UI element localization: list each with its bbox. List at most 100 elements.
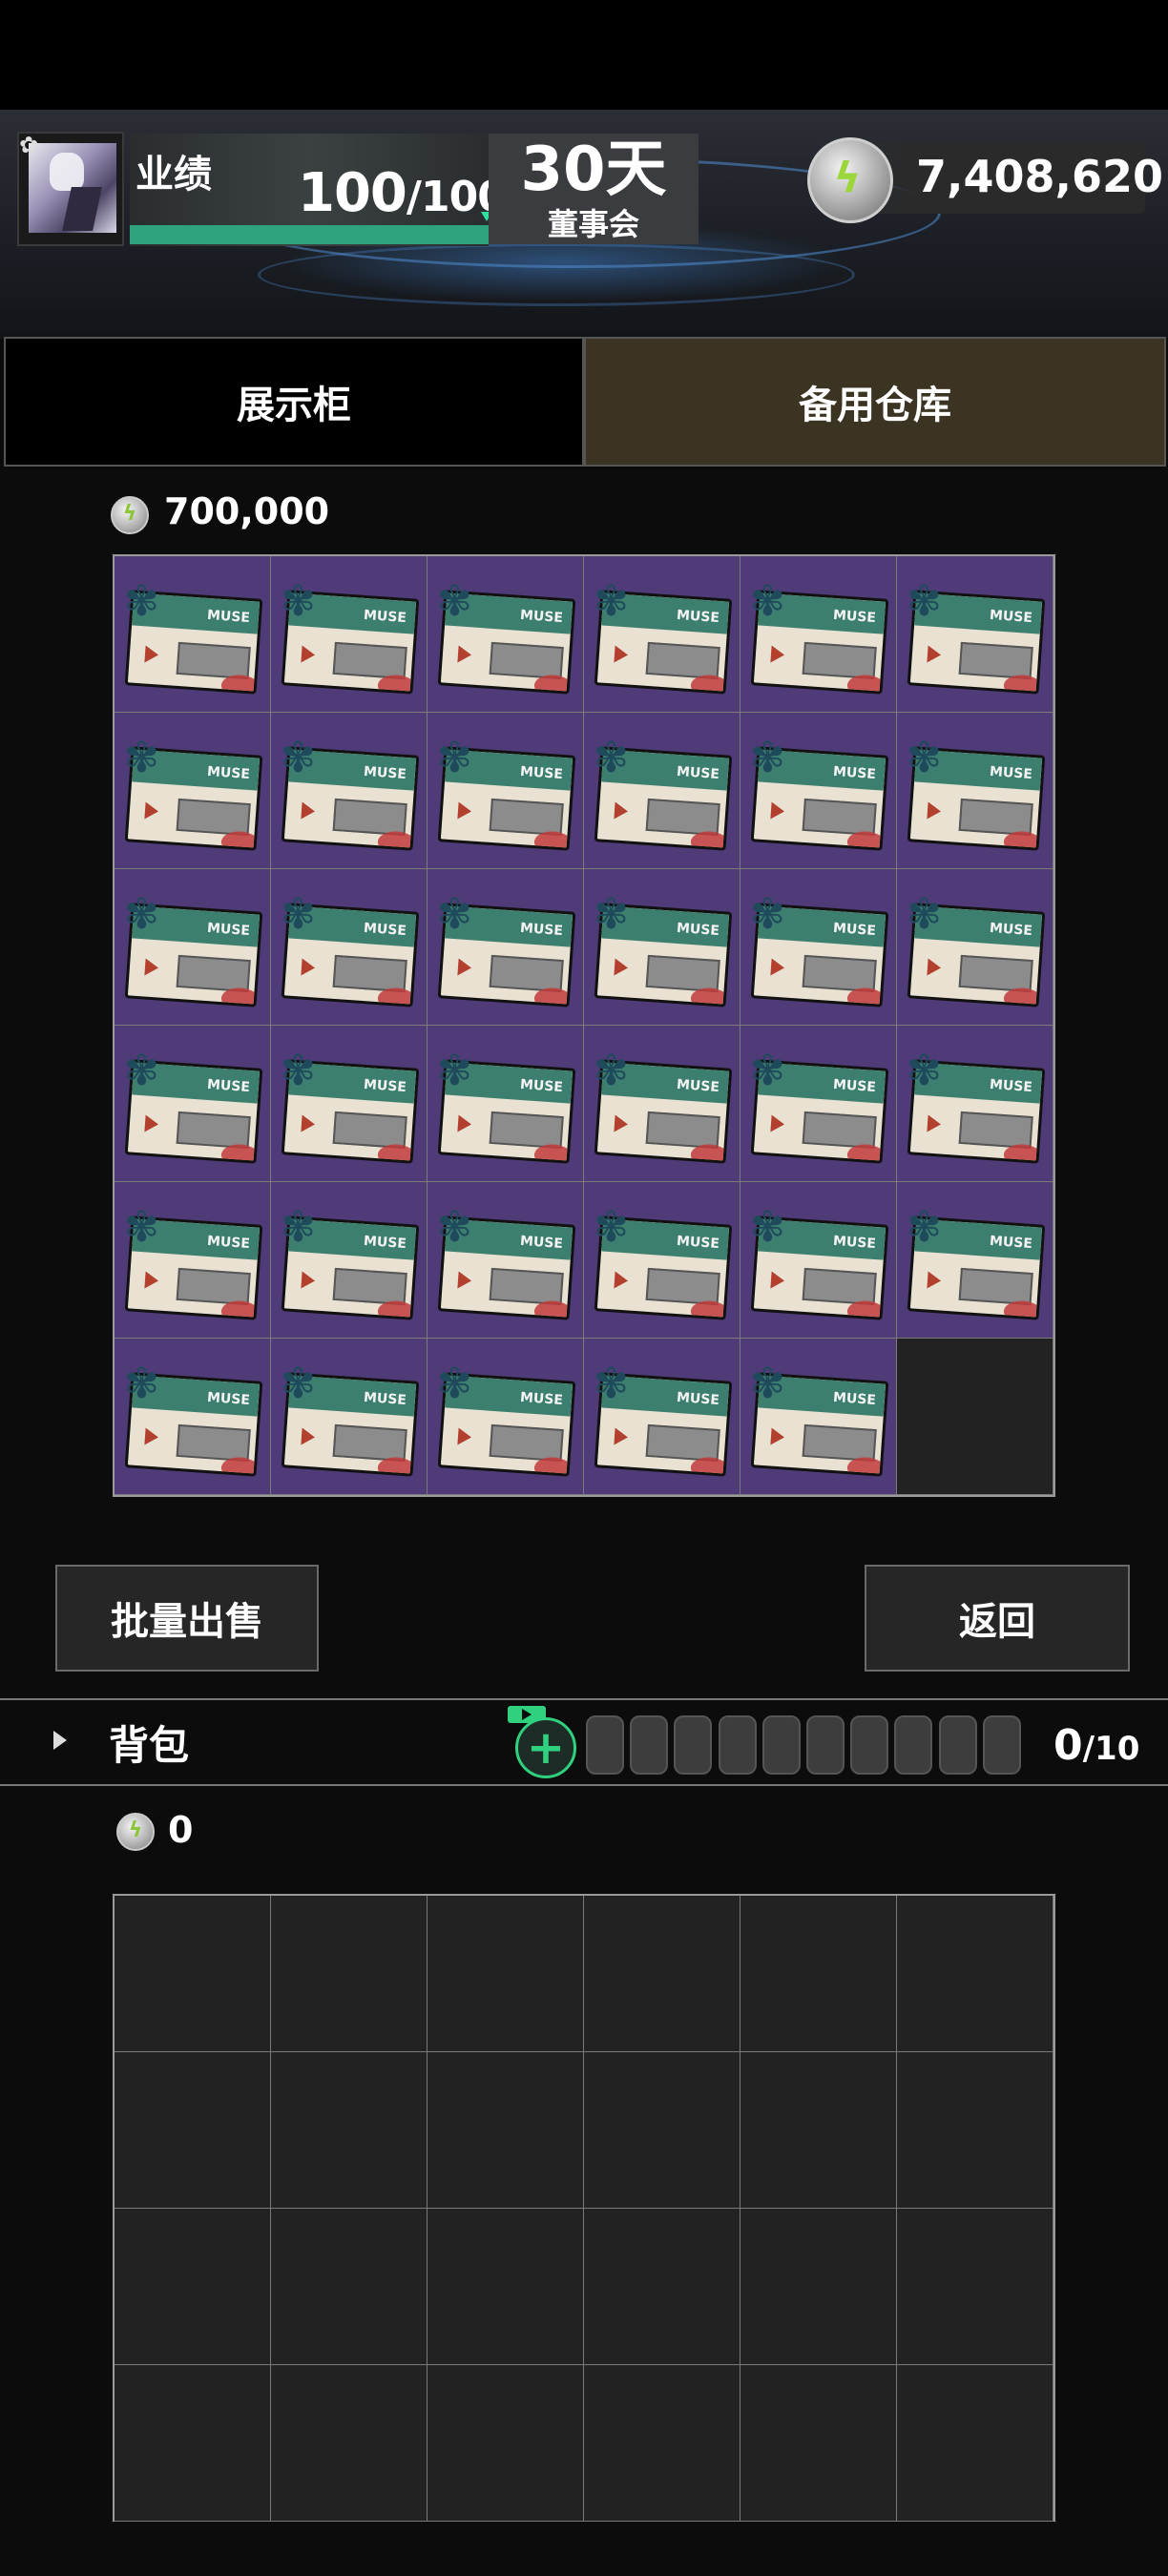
- backpack-slot-indicator: [806, 1715, 845, 1775]
- storage-slot-item[interactable]: MUSE ✾: [897, 556, 1053, 713]
- storage-slot-item[interactable]: MUSE ✾: [428, 869, 584, 1026]
- backpack-slot-empty[interactable]: [428, 2209, 584, 2365]
- tab-backup-storage[interactable]: 备用仓库: [584, 337, 1166, 467]
- storage-slot-item[interactable]: MUSE ✾: [428, 713, 584, 869]
- ticket-icon: MUSE ✾: [124, 1050, 263, 1164]
- ticket-label: MUSE: [676, 607, 720, 627]
- storage-slot-item[interactable]: MUSE ✾: [271, 713, 428, 869]
- ticket-label: MUSE: [206, 1076, 251, 1096]
- storage-slot-item[interactable]: MUSE ✾: [428, 556, 584, 713]
- storage-slot-item[interactable]: MUSE ✾: [584, 1182, 740, 1339]
- storage-slot-item[interactable]: MUSE ✾: [271, 1339, 428, 1495]
- play-arrow-icon[interactable]: [53, 1731, 67, 1750]
- backpack-slot-empty[interactable]: [897, 2365, 1053, 2522]
- storage-slot-item[interactable]: MUSE ✾: [584, 1026, 740, 1182]
- storage-slot-item[interactable]: MUSE ✾: [740, 869, 897, 1026]
- ticket-icon: MUSE ✾: [437, 1050, 576, 1164]
- storage-slot-item[interactable]: MUSE ✾: [271, 1182, 428, 1339]
- backpack-slot-empty[interactable]: [584, 1896, 740, 2052]
- backpack-slot-empty[interactable]: [740, 2052, 897, 2209]
- backpack-slot-empty[interactable]: [115, 2052, 271, 2209]
- storage-slot-item[interactable]: MUSE ✾: [428, 1026, 584, 1182]
- ticket-label: MUSE: [676, 920, 720, 940]
- backpack-slot-empty[interactable]: [584, 2052, 740, 2209]
- backpack-slot-empty[interactable]: [271, 2365, 428, 2522]
- ticket-label: MUSE: [832, 607, 877, 627]
- ticket-label: MUSE: [832, 763, 877, 783]
- storage-slot-item[interactable]: MUSE ✾: [271, 1026, 428, 1182]
- ticket-label: MUSE: [206, 607, 251, 627]
- storage-slot-item[interactable]: MUSE ✾: [115, 1339, 271, 1495]
- performance-value: 100/100: [298, 162, 507, 224]
- storage-slot-item[interactable]: MUSE ✾: [740, 556, 897, 713]
- backpack-count-max: /10: [1082, 1730, 1140, 1768]
- backpack-label: 背包: [109, 1722, 190, 1769]
- backpack-slot-empty[interactable]: [428, 1896, 584, 2052]
- backpack-slot-empty[interactable]: [584, 2209, 740, 2365]
- storage-slot-item[interactable]: MUSE ✾: [428, 1339, 584, 1495]
- storage-slot-item[interactable]: MUSE ✾: [740, 1182, 897, 1339]
- storage-slot-item[interactable]: MUSE ✾: [897, 713, 1053, 869]
- storage-slot-item[interactable]: MUSE ✾: [584, 713, 740, 869]
- batch-sell-button[interactable]: 批量出售: [55, 1565, 319, 1672]
- storage-slot-item[interactable]: MUSE ✾: [115, 1026, 271, 1182]
- backpack-slot-empty[interactable]: [740, 2209, 897, 2365]
- performance-current: 100: [298, 162, 407, 224]
- storage-slot-item[interactable]: MUSE ✾: [115, 869, 271, 1026]
- backpack-slot-indicator: [894, 1715, 933, 1775]
- ticket-label: MUSE: [989, 920, 1033, 940]
- backpack-slot-empty[interactable]: [897, 1896, 1053, 2052]
- storage-slot-item[interactable]: MUSE ✾: [584, 1339, 740, 1495]
- ticket-icon: MUSE ✾: [281, 737, 420, 851]
- backpack-count: 0/10: [1053, 1721, 1139, 1770]
- backpack-slot-empty[interactable]: [115, 2209, 271, 2365]
- backpack-slot-empty[interactable]: [584, 2365, 740, 2522]
- backpack-slot-empty[interactable]: [897, 2052, 1053, 2209]
- plus-icon[interactable]: +: [515, 1717, 576, 1778]
- storage-slot-item[interactable]: MUSE ✾: [740, 1026, 897, 1182]
- gear-icon[interactable]: ✿: [19, 134, 38, 156]
- ticket-label: MUSE: [519, 1233, 564, 1253]
- ticket-label: MUSE: [676, 1233, 720, 1253]
- ticket-label: MUSE: [832, 920, 877, 940]
- ticket-label: MUSE: [363, 1389, 407, 1409]
- backpack-slot-empty[interactable]: [115, 2365, 271, 2522]
- backpack-slot-indicator: [630, 1715, 669, 1775]
- backpack-slot-indicator: [982, 1715, 1021, 1775]
- backpack-slot-empty[interactable]: [271, 2052, 428, 2209]
- backpack-slot-empty[interactable]: [271, 2209, 428, 2365]
- backpack-slot-empty[interactable]: [428, 2052, 584, 2209]
- backpack-slot-empty[interactable]: [115, 1896, 271, 2052]
- back-button[interactable]: 返回: [865, 1565, 1130, 1672]
- ticket-label: MUSE: [989, 1233, 1033, 1253]
- storage-slot-item[interactable]: MUSE ✾: [897, 1182, 1053, 1339]
- backpack-slot-indicator: [761, 1715, 801, 1775]
- storage-slot-item[interactable]: MUSE ✾: [115, 1182, 271, 1339]
- backpack-grid: [113, 1894, 1055, 2522]
- ticket-label: MUSE: [206, 1389, 251, 1409]
- storage-slot-item[interactable]: MUSE ✾: [271, 869, 428, 1026]
- storage-slot-item[interactable]: MUSE ✾: [584, 556, 740, 713]
- ticket-icon: MUSE ✾: [907, 894, 1046, 1008]
- storage-slot-empty[interactable]: [897, 1339, 1053, 1495]
- backpack-slot-empty[interactable]: [740, 1896, 897, 2052]
- avatar[interactable]: [29, 143, 116, 233]
- backpack-slot-indicator: [938, 1715, 977, 1775]
- storage-slot-item[interactable]: MUSE ✾: [428, 1182, 584, 1339]
- status-bar: [0, 0, 1168, 110]
- storage-slot-item[interactable]: MUSE ✾: [740, 1339, 897, 1495]
- ticket-label: MUSE: [519, 607, 564, 627]
- storage-slot-item[interactable]: MUSE ✾: [897, 869, 1053, 1026]
- storage-slot-item[interactable]: MUSE ✾: [897, 1026, 1053, 1182]
- tab-display-cabinet[interactable]: 展示柜: [4, 337, 584, 467]
- backpack-slot-empty[interactable]: [897, 2209, 1053, 2365]
- backpack-slot-empty[interactable]: [271, 1896, 428, 2052]
- ticket-icon: MUSE ✾: [750, 581, 889, 695]
- storage-slot-item[interactable]: MUSE ✾: [584, 869, 740, 1026]
- backpack-slot-empty[interactable]: [428, 2365, 584, 2522]
- storage-slot-item[interactable]: MUSE ✾: [115, 556, 271, 713]
- backpack-slot-empty[interactable]: [740, 2365, 897, 2522]
- storage-slot-item[interactable]: MUSE ✾: [271, 556, 428, 713]
- storage-slot-item[interactable]: MUSE ✾: [115, 713, 271, 869]
- storage-slot-item[interactable]: MUSE ✾: [740, 713, 897, 869]
